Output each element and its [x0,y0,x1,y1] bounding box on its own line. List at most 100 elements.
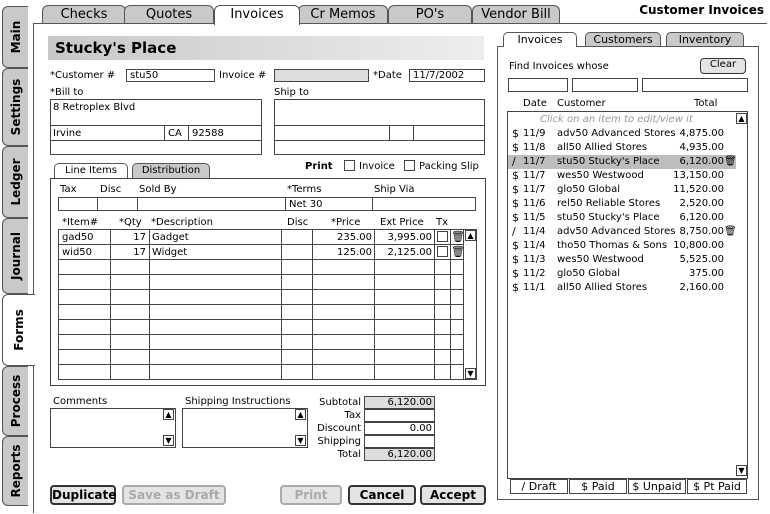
filter-paid[interactable]: $ Paid [569,479,627,494]
scroll-down-icon[interactable]: ▼ [465,368,476,379]
side-tab-process[interactable]: Process [2,366,28,436]
tab-quotes[interactable]: Quotes [124,5,214,24]
trash-icon[interactable]: 🗑 [724,225,737,239]
tab-pos[interactable]: PO's [388,5,472,24]
tab-distribution[interactable]: Distribution [132,163,210,178]
print-button[interactable]: Print [280,485,342,505]
find-field-2[interactable] [572,78,638,92]
tab-cr-memos[interactable]: Cr Memos [298,5,388,24]
invoice-number-field[interactable] [274,69,369,82]
discount-value[interactable]: 0.00 [364,422,435,435]
invoice-row[interactable]: $11/1 all50 Allied Stores 2,160.00 [508,281,736,295]
item-cell[interactable]: gad50 [62,232,94,243]
col-price: *Price [331,217,361,228]
trash-icon[interactable]: 🗑 [724,155,737,169]
tab-invoices[interactable]: Invoices [214,5,300,25]
divider [164,125,165,140]
scroll-up-icon[interactable]: ▲ [163,409,174,420]
ext-price-cell: 2,125.00 [387,247,432,258]
invoice-row[interactable]: $11/2 glo50 Global 375.00 [508,267,736,281]
find-field-1[interactable] [508,78,568,92]
side-tab-forms[interactable]: Forms [2,294,35,366]
print-label: Print [305,161,333,172]
accept-button[interactable]: Accept [420,485,486,505]
invoice-row[interactable]: $11/7 glo50 Global 11,520.00 [508,183,736,197]
invoice-row[interactable]: $11/4 tho50 Thomas & Sons 10,800.00 [508,239,736,253]
duplicate-button[interactable]: Duplicate [50,485,116,505]
terms-label: *Terms [287,184,322,195]
side-tab-main[interactable]: Main [2,6,28,68]
desc-cell[interactable]: Widget [152,247,187,258]
tab-vendor-bill[interactable]: Vendor Bill [472,5,560,24]
filter-pt-paid[interactable]: $ Pt Paid [687,479,747,494]
find-field-3[interactable] [642,78,748,92]
scroll-up-icon[interactable]: ▲ [736,113,747,124]
invoice-row[interactable]: / 11/7 stu50 Stucky's Place 6,120.00 🗑 [508,155,737,169]
tab-checks[interactable]: Checks [42,5,126,24]
ship-to-box[interactable] [274,99,485,155]
print-packing-slip-checkbox[interactable] [404,160,415,171]
invoice-row[interactable]: $11/3 wes50 Westwood 5,525.00 [508,253,736,267]
invoice-customer: wes50 Westwood [557,170,644,181]
comments-field[interactable] [50,408,176,448]
invoice-total: 4,875.00 [679,128,724,139]
col-disc: Disc [287,217,309,228]
right-tab-inventory[interactable]: Inventory [666,32,744,47]
side-tab-journal[interactable]: Journal [2,218,28,294]
invoice-date: 11/2 [523,268,546,279]
paid-status-icon: $ [512,127,519,140]
date-field[interactable]: 11/7/2002 [409,69,485,82]
terms-row[interactable] [58,197,476,211]
grid-divider [58,304,463,305]
qty-cell[interactable]: 17 [112,247,146,258]
sold-by-label: Sold By [139,184,177,195]
ship-via-label: Ship Via [374,184,415,195]
grid-divider [58,289,463,290]
customer-field[interactable]: stu50 [126,69,215,82]
item-cell[interactable]: wid50 [62,247,92,258]
price-cell[interactable]: 235.00 [314,232,372,243]
filter-draft[interactable]: / Draft [510,479,568,494]
invoice-row[interactable]: $11/8 all50 Allied Stores 4,935.00 [508,141,736,155]
tax-checkbox[interactable] [437,246,448,257]
save-as-draft-button[interactable]: Save as Draft [122,485,226,505]
tab-line-items[interactable]: Line Items [54,163,128,178]
clear-button[interactable]: Clear [700,58,746,74]
invoice-row[interactable]: $11/5 stu50 Stucky's Place 6,120.00 [508,211,736,225]
trash-icon[interactable]: 🗑 [451,245,465,258]
price-cell[interactable]: 125.00 [314,247,372,258]
trash-icon[interactable]: 🗑 [451,230,465,243]
shipping-instructions-field[interactable] [182,408,308,448]
side-tab-label: Settings [8,78,23,136]
invoice-row[interactable]: $11/9 adv50 Advanced Stores 4,875.00 [508,127,736,141]
right-tab-invoices[interactable]: Invoices [503,32,577,47]
qty-cell[interactable]: 17 [112,232,146,243]
scroll-down-icon[interactable]: ▼ [163,435,174,446]
print-invoice-checkbox[interactable] [344,160,355,171]
side-tab-ledger[interactable]: Ledger [2,146,28,218]
col-item: *Item# [62,217,99,228]
paid-status-icon: $ [512,169,519,182]
right-tab-customers[interactable]: Customers [585,32,661,47]
invoice-row[interactable]: / 11/4 adv50 Advanced Stores 8,750.00 🗑 [508,225,737,239]
subtotal-value: 6,120.00 [364,396,435,409]
divider [188,125,189,140]
tax-checkbox[interactable] [437,231,448,242]
desc-cell[interactable]: Gadget [152,232,189,243]
tax-label: Tax [60,184,77,195]
shipping-label: Shipping [317,436,361,447]
side-tab-reports[interactable]: Reports [2,436,28,506]
shipping-value[interactable] [364,435,435,448]
side-tab-settings[interactable]: Settings [2,68,28,146]
tax-total-value[interactable] [364,409,435,422]
divider [413,125,414,140]
side-tab-label: Forms [12,309,26,351]
scroll-down-icon[interactable]: ▼ [736,465,747,476]
invoice-row[interactable]: $11/7 wes50 Westwood 13,150.00 [508,169,736,183]
scroll-up-icon[interactable]: ▲ [465,230,476,241]
invoice-row[interactable]: $11/6 rel50 Reliable Stores 2,520.00 [508,197,736,211]
cancel-button[interactable]: Cancel [348,485,416,505]
filter-unpaid[interactable]: $ Unpaid [628,479,686,494]
paid-status-icon: $ [512,197,519,210]
bill-to-address: 8 Retroplex Blvd [53,102,136,113]
